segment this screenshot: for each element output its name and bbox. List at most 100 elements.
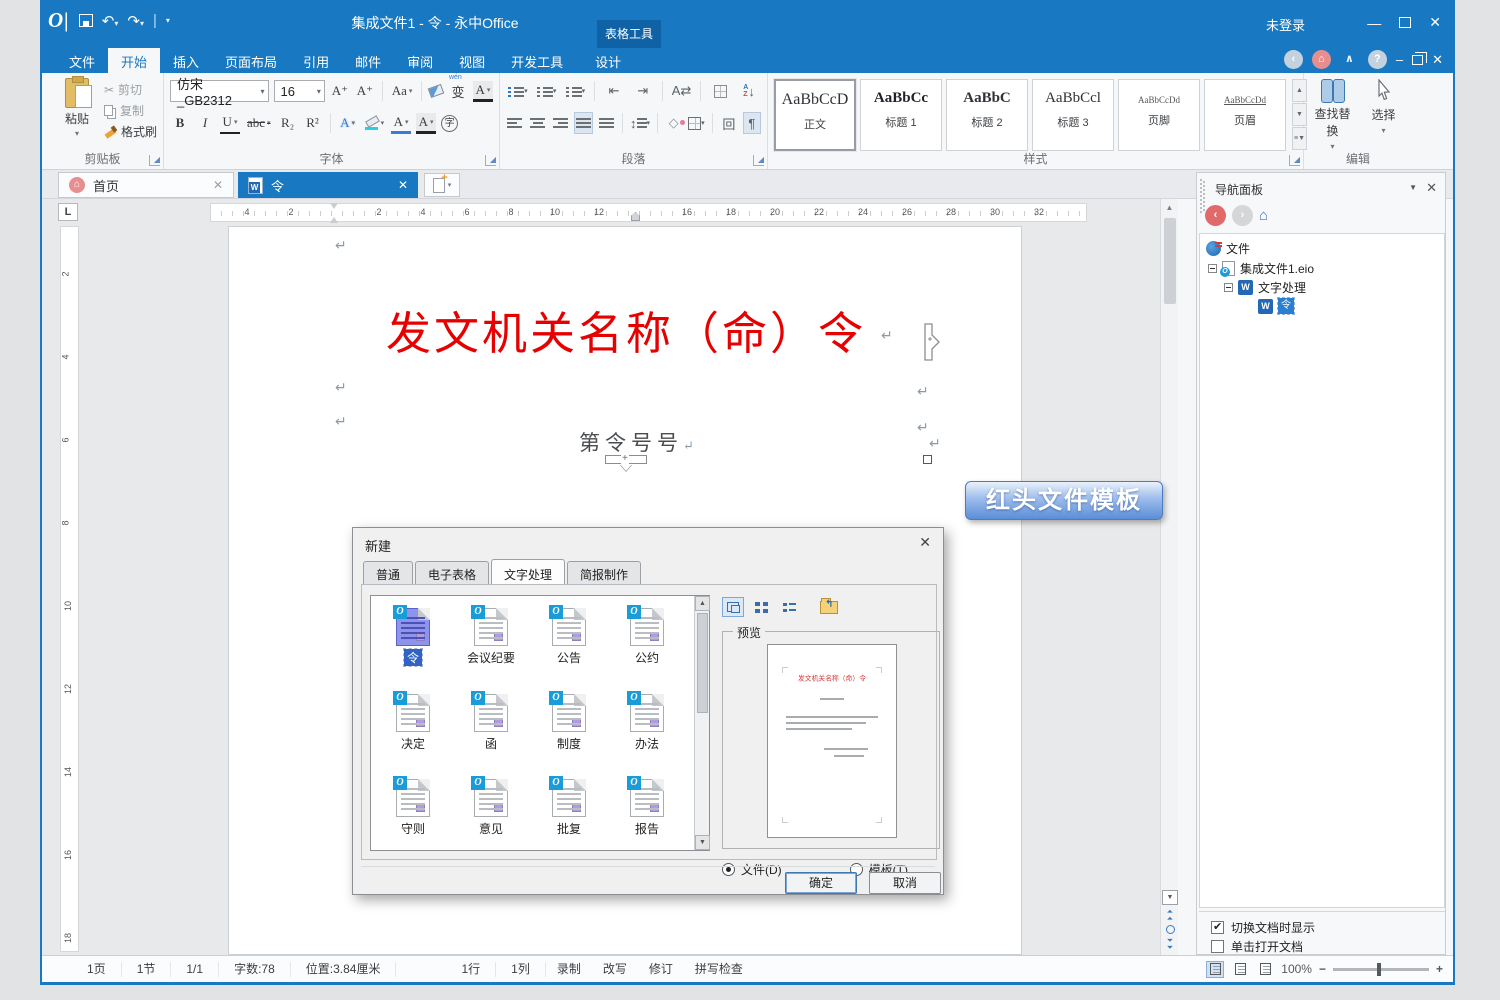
save-icon[interactable] <box>79 14 93 27</box>
bullets-button[interactable]: ▾ <box>506 80 530 102</box>
strikethrough-button[interactable]: abc▾ <box>245 113 273 134</box>
status-spell-check[interactable]: 拼写检查 <box>684 962 754 977</box>
align-left-button[interactable] <box>506 112 524 134</box>
template-item[interactable]: O 公告 <box>531 608 607 666</box>
zoom-in-icon[interactable]: + <box>1436 962 1443 976</box>
italic-button[interactable]: I <box>195 113 215 134</box>
style-heading1[interactable]: AaBbCc 标题 1 <box>860 79 942 151</box>
zoom-out-icon[interactable]: − <box>1319 962 1326 976</box>
view-large-icons-button[interactable] <box>722 597 744 617</box>
superscript-button[interactable]: R² <box>303 113 323 134</box>
style-footer[interactable]: AaBbCcDd 页脚 <box>1118 79 1200 151</box>
new-document-tab-button[interactable]: ▾ <box>424 173 460 197</box>
increase-indent-button[interactable]: ⇥ <box>631 80 655 102</box>
next-page-icon[interactable]: ⏷⏷ <box>1167 937 1173 951</box>
tab-mailings[interactable]: 邮件 <box>342 48 394 73</box>
find-replace-button[interactable]: 查找替换 ▾ <box>1310 79 1355 151</box>
phonetic-guide-button[interactable]: wén变 <box>448 81 468 102</box>
collapse-node-icon[interactable] <box>1224 283 1233 292</box>
show-marks-button[interactable]: ¶ <box>743 112 761 134</box>
doc-close-button[interactable]: ✕ <box>1432 52 1443 68</box>
scroll-down-icon[interactable]: ▼ <box>1162 890 1178 905</box>
template-list-scrollbar[interactable]: ▲ ▼ <box>694 596 709 850</box>
decrease-indent-button[interactable]: ⇤ <box>602 80 626 102</box>
document-title-text[interactable]: 发文机关名称（命）令 <box>229 297 1023 362</box>
checkbox-show-on-switch[interactable]: 切换文档时显示 <box>1211 919 1315 936</box>
styles-dialog-launcher-icon[interactable]: ◢ <box>1289 155 1300 166</box>
template-item[interactable]: O 函 <box>453 694 529 752</box>
template-item[interactable]: O 办法 <box>609 694 685 752</box>
tab-stop-selector[interactable]: L <box>58 203 78 221</box>
column-break-marker-icon[interactable] <box>923 323 941 361</box>
nav-back-icon[interactable]: ‹ <box>1205 205 1226 226</box>
tab-design[interactable]: 设计 <box>582 48 634 73</box>
minimize-button[interactable]: — <box>1367 15 1381 31</box>
status-position[interactable]: 位置:3.84厘米 <box>291 962 397 977</box>
cancel-button[interactable]: 取消 <box>869 872 941 894</box>
view-small-icons-button[interactable] <box>750 597 772 617</box>
status-word-count[interactable]: 字数:78 <box>219 962 291 977</box>
highlight-button[interactable]: ▾ <box>363 113 387 134</box>
nav-home-icon[interactable]: ⌂ <box>1259 207 1277 225</box>
qat-customize-button[interactable]: ▾ <box>166 16 170 25</box>
status-track-changes[interactable]: 修订 <box>638 962 684 977</box>
tab-home[interactable]: 开始 <box>108 48 160 73</box>
justify-button[interactable] <box>574 112 592 134</box>
template-item[interactable]: O 意见 <box>453 779 529 837</box>
underline-button[interactable]: U▾ <box>220 113 240 134</box>
doc-minimize-button[interactable]: – <box>1396 52 1403 67</box>
doc-tab-homepage[interactable]: ⌂ 首页 ✕ <box>58 172 234 198</box>
copy-button[interactable]: 复制 <box>104 102 157 119</box>
multilevel-list-button[interactable]: ▾ <box>564 80 588 102</box>
dialog-close-icon[interactable]: ✕ <box>919 534 931 551</box>
doc-tab-current[interactable]: 令 ✕ <box>238 172 418 198</box>
close-tab-icon[interactable]: ✕ <box>213 178 223 192</box>
print-layout-view-button[interactable] <box>1206 961 1224 978</box>
checkbox-open-on-click[interactable]: 单击打开文档 <box>1211 938 1303 955</box>
numbering-button[interactable]: ▾ <box>535 80 559 102</box>
style-heading2[interactable]: AaBbC 标题 2 <box>946 79 1028 151</box>
list-scroll-up-icon[interactable]: ▲ <box>695 596 710 611</box>
zoom-level[interactable]: 100% <box>1281 962 1312 976</box>
dialog-tab-word-processing[interactable]: 文字处理 <box>491 559 565 587</box>
view-list-button[interactable] <box>778 597 800 617</box>
sort-button[interactable]: AZ↓ <box>737 80 761 102</box>
clear-format-icon[interactable] <box>428 84 444 98</box>
doc-restore-button[interactable] <box>1412 55 1423 65</box>
status-column[interactable]: 1列 <box>496 962 546 977</box>
line-spacing-button[interactable]: ↕▾ <box>630 112 650 134</box>
maximize-button[interactable] <box>1399 17 1411 28</box>
status-section[interactable]: 1节 <box>122 962 172 977</box>
indent-marker-icon[interactable] <box>330 203 339 221</box>
collapse-node-icon[interactable] <box>1208 264 1217 273</box>
vertical-scrollbar[interactable]: ▲ ▼ ⏶⏶ ⏷⏷ <box>1160 199 1178 955</box>
list-scroll-down-icon[interactable]: ▼ <box>695 835 710 850</box>
nav-panel-close-icon[interactable]: ✕ <box>1426 180 1437 196</box>
text-effects-button[interactable]: A▾ <box>338 113 358 134</box>
navigation-tree[interactable]: 文件 集成文件1.eio W 文字处理 W 令 <box>1199 233 1445 908</box>
template-list[interactable]: O 令 O 会议纪要 O 公告 O 公约 O 决定 <box>370 595 710 851</box>
tab-references[interactable]: 引用 <box>290 48 342 73</box>
template-item[interactable]: O 会议纪要 <box>453 608 529 666</box>
status-overwrite[interactable]: 改写 <box>592 962 638 977</box>
nav-panel-dropdown-icon[interactable]: ▼ <box>1409 183 1417 192</box>
tree-item-document[interactable]: W 令 <box>1258 297 1294 315</box>
scrollbar-thumb[interactable] <box>1164 218 1176 304</box>
align-right-button[interactable] <box>552 112 570 134</box>
scroll-up-icon[interactable]: ▲ <box>1162 200 1178 216</box>
borders-button[interactable]: ▾ <box>688 112 706 134</box>
home-circle-icon[interactable]: ⌂ <box>1312 50 1331 69</box>
clipboard-dialog-launcher-icon[interactable]: ◢ <box>149 155 160 166</box>
character-shading-button[interactable]: A▾ <box>416 113 436 134</box>
vertical-ruler[interactable]: 2 4 6 8 10 12 14 16 18 <box>60 226 79 952</box>
change-case-button[interactable]: Aa▾ <box>390 81 414 102</box>
grow-font-button[interactable]: A⁺ <box>330 81 350 102</box>
document-number-field[interactable]: 第令号号↵ <box>229 427 1049 457</box>
shrink-font-button[interactable]: A⁺ <box>355 81 375 102</box>
template-item[interactable]: O 制度 <box>531 694 607 752</box>
select-button[interactable]: 选择 ▾ <box>1361 79 1406 151</box>
cut-button[interactable]: ✂ 剪切 <box>104 81 157 98</box>
shading-button[interactable]: ◇ <box>665 112 683 134</box>
font-color-button[interactable]: A▾ <box>391 113 411 134</box>
help-icon[interactable]: ? <box>1368 50 1387 69</box>
